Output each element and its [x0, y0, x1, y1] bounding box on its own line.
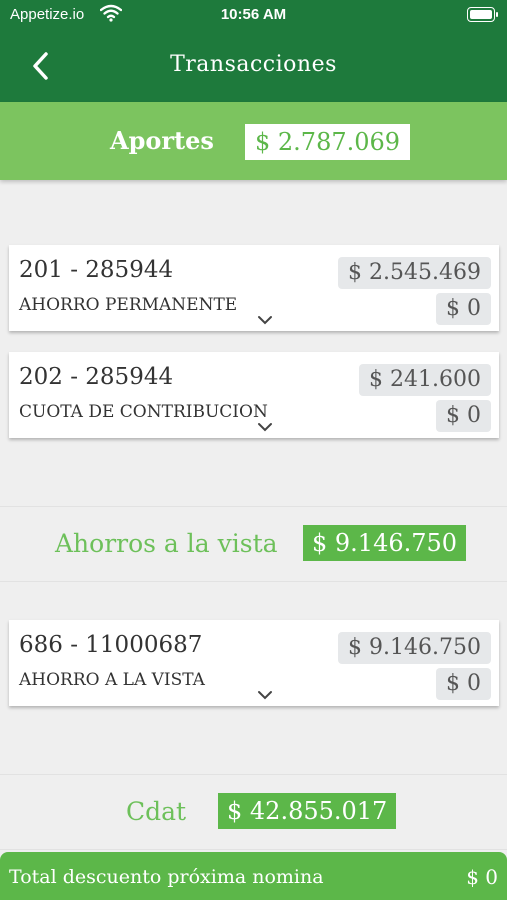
account-balance: $ 241.600: [359, 364, 491, 396]
ahorros-total: $ 9.146.750: [303, 525, 467, 561]
aportes-summary: Aportes $ 2.787.069: [0, 102, 507, 180]
account-description: CUOTA DE CONTRIBUCION: [19, 402, 268, 422]
account-discount: $ 0: [436, 293, 491, 325]
total-discount-bar: Total descuento próxima nomina $ 0: [0, 852, 507, 900]
total-discount-label: Total descuento próxima nomina: [9, 866, 324, 888]
chevron-down-icon[interactable]: [257, 315, 273, 325]
account-balance: $ 9.146.750: [338, 632, 491, 664]
account-description: AHORRO PERMANENTE: [19, 295, 238, 315]
account-description: AHORRO A LA VISTA: [19, 670, 205, 690]
aportes-label: Aportes: [110, 126, 214, 155]
chevron-down-icon[interactable]: [257, 690, 273, 700]
account-discount: $ 0: [436, 668, 491, 700]
account-card[interactable]: 686 - 11000687 AHORRO A LA VISTA $ 9.146…: [9, 620, 499, 706]
ahorros-summary: Ahorros a la vista $ 9.146.750: [0, 506, 507, 582]
total-discount-amount: $ 0: [466, 865, 498, 889]
status-bar: Appetize.io 10:56 AM: [0, 0, 507, 30]
account-code: 201 - 285944: [19, 257, 174, 283]
account-card[interactable]: 202 - 285944 CUOTA DE CONTRIBUCION $ 241…: [9, 352, 499, 438]
account-code: 202 - 285944: [19, 364, 174, 390]
clock: 10:56 AM: [220, 6, 287, 23]
account-card[interactable]: 201 - 285944 AHORRO PERMANENTE $ 2.545.4…: [9, 245, 499, 331]
cdat-label: Cdat: [126, 797, 187, 826]
aportes-total: $ 2.787.069: [245, 124, 411, 160]
nav-bar: Transacciones: [0, 30, 507, 102]
chevron-down-icon[interactable]: [257, 422, 273, 432]
account-balance: $ 2.545.469: [338, 257, 491, 289]
ahorros-label: Ahorros a la vista: [55, 529, 278, 558]
battery-icon: [467, 7, 498, 22]
account-code: 686 - 11000687: [19, 632, 203, 658]
account-discount: $ 0: [436, 400, 491, 432]
cdat-summary: Cdat $ 42.855.017: [0, 774, 507, 850]
cdat-total: $ 42.855.017: [218, 793, 397, 829]
page-title: Transacciones: [170, 52, 337, 77]
